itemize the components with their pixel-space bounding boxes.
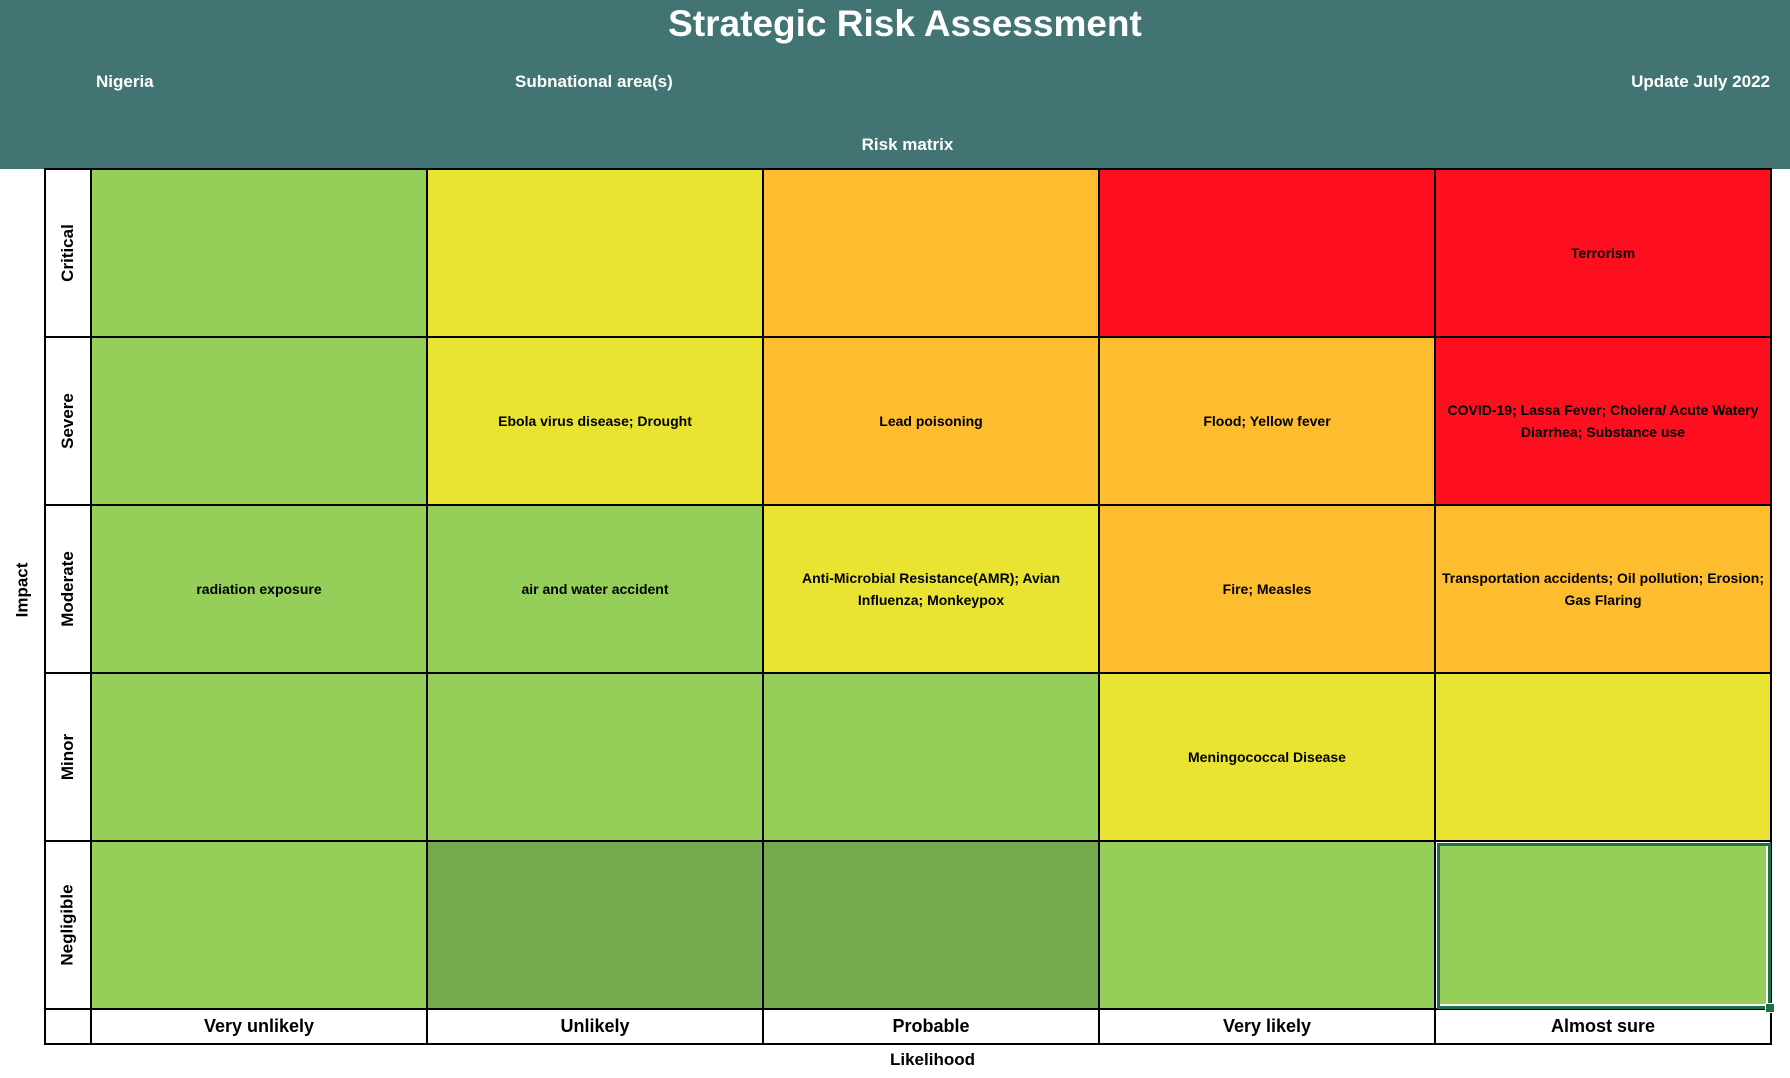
subnational-label: Subnational area(s) <box>515 72 673 91</box>
matrix-cell[interactable]: Meningococcal Disease <box>1100 674 1436 842</box>
matrix-cell[interactable] <box>428 170 764 338</box>
matrix-cell[interactable] <box>92 842 428 1010</box>
row-label-severe: Severe <box>46 338 92 506</box>
matrix-cell[interactable]: Terrorism <box>1436 170 1772 338</box>
matrix-cell[interactable] <box>92 338 428 506</box>
matrix-cell[interactable]: radiation exposure <box>92 506 428 674</box>
column-label-very-likely[interactable]: Very likely <box>1100 1010 1436 1045</box>
column-label-almost-sure[interactable]: Almost sure <box>1436 1010 1772 1045</box>
corner-cell[interactable] <box>46 1010 92 1045</box>
row-label-text: Critical <box>58 224 78 282</box>
impact-axis-text: Impact <box>12 562 32 618</box>
matrix-cell[interactable] <box>1100 842 1436 1010</box>
matrix-cell[interactable] <box>764 170 1100 338</box>
likelihood-axis-label: Likelihood <box>890 1050 975 1069</box>
matrix-cell[interactable]: Flood; Yellow fever <box>1100 338 1436 506</box>
matrix-cell[interactable] <box>428 842 764 1010</box>
matrix-cell[interactable]: Ebola virus disease; Drought <box>428 338 764 506</box>
matrix-cell[interactable]: Anti-Microbial Resistance(AMR); Avian In… <box>764 506 1100 674</box>
column-label-probable[interactable]: Probable <box>764 1010 1100 1045</box>
matrix-cell[interactable]: COVID-19; Lassa Fever; Cholera/ Acute Wa… <box>1436 338 1772 506</box>
row-label-moderate: Moderate <box>46 506 92 674</box>
row-label-negligible: Negligible <box>46 842 92 1010</box>
country-label: Nigeria <box>96 72 154 91</box>
risk-matrix-subtitle: Risk matrix <box>861 135 954 154</box>
row-label-critical: Critical <box>46 170 92 338</box>
matrix-cell[interactable] <box>764 674 1100 842</box>
column-label-very-unlikely[interactable]: Very unlikely <box>92 1010 428 1045</box>
matrix-cell[interactable] <box>1100 170 1436 338</box>
matrix-cell[interactable] <box>428 674 764 842</box>
matrix-cell[interactable] <box>764 842 1100 1010</box>
matrix-cell[interactable] <box>1436 674 1772 842</box>
row-label-text: Severe <box>58 393 77 449</box>
matrix-cell[interactable] <box>92 674 428 842</box>
risk-matrix-grid: Critical Terrorism Severe Ebola virus di… <box>44 168 1775 1045</box>
impact-axis-label: Impact <box>2 530 42 650</box>
page-title: Strategic Risk Assessment <box>668 3 1142 44</box>
matrix-cell[interactable]: Fire; Measles <box>1100 506 1436 674</box>
matrix-cell[interactable]: Lead poisoning <box>764 338 1100 506</box>
row-label-text: Minor <box>58 733 77 781</box>
column-label-unlikely[interactable]: Unlikely <box>428 1010 764 1045</box>
header-banner: Strategic Risk Assessment Nigeria Subnat… <box>0 0 1790 169</box>
matrix-cell[interactable]: Transportation accidents; Oil pollution;… <box>1436 506 1772 674</box>
row-label-text: Moderate <box>58 551 78 627</box>
matrix-cell[interactable]: air and water accident <box>428 506 764 674</box>
row-label-minor: Minor <box>46 674 92 842</box>
matrix-cell[interactable] <box>92 170 428 338</box>
selected-matrix-cell[interactable] <box>1436 842 1775 1013</box>
row-label-text: Negligible <box>58 884 78 966</box>
update-label: Update July 2022 <box>1631 72 1770 91</box>
